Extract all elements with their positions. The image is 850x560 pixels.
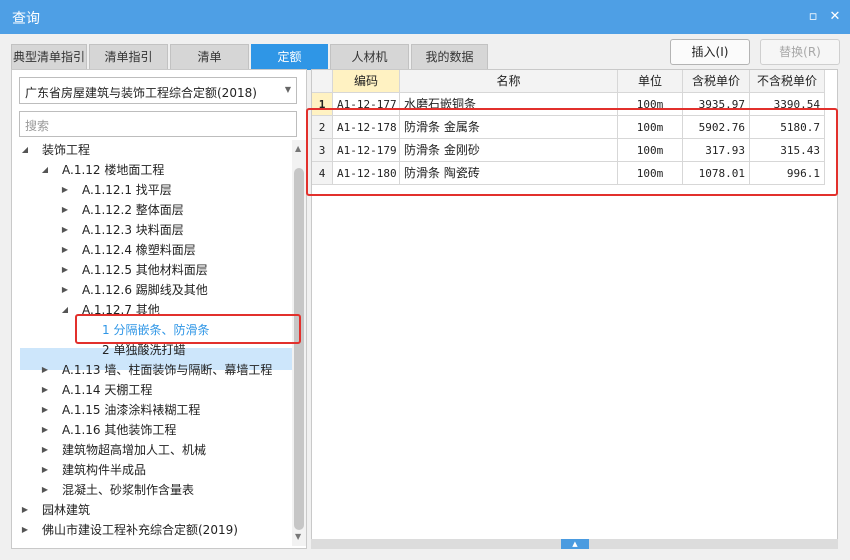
tree-node-a-1-12-2[interactable]: ▶ A.1.12.2 整体面层 [60,200,184,220]
tree-panel: 广东省房屋建筑与装饰工程综合定额(2018) ▼ 搜索 ◢ 装饰工程 ◢ A.1.1… [11,69,307,549]
window-titlebar: 查询 ▫ ✕ [0,0,850,34]
expand-icon[interactable]: ▶ [40,360,50,380]
splitter-grip-icon[interactable]: ▲ [561,539,589,549]
chevron-down-icon: ▼ [284,85,291,94]
expand-icon[interactable]: ▶ [40,380,50,400]
expand-icon[interactable]: ▶ [20,500,30,520]
expand-icon[interactable]: ▶ [40,400,50,420]
panel-splitter[interactable]: ▲ [311,539,838,549]
tab-list[interactable]: 清单 [170,44,249,70]
tree-node-a-1-16[interactable]: ▶ A.1.16 其他装饰工程 [40,420,176,440]
scrollbar-thumb[interactable] [294,168,304,530]
expand-icon[interactable]: ▶ [60,180,70,200]
expand-icon[interactable]: ▶ [40,440,50,460]
tree-node-high-rise-surcharge[interactable]: ▶ 建筑物超高增加人工、机械 [40,440,206,460]
tree-node-a-1-12-5[interactable]: ▶ A.1.12.5 其他材料面层 [60,260,208,280]
tree-node-garden-building[interactable]: ▶ 园林建筑 [20,500,90,520]
tree-node-a-1-12-1[interactable]: ▶ A.1.12.1 找平层 [60,180,172,200]
column-header-price-without-tax[interactable]: 不含税单价 [750,70,825,93]
search-input[interactable]: 搜索 [19,111,297,137]
scroll-up-icon[interactable]: ▲ [295,144,301,153]
tree-node-decoration[interactable]: ◢ 装饰工程 [20,140,90,160]
expand-icon[interactable]: ▶ [40,460,50,480]
expand-icon[interactable]: ▶ [60,200,70,220]
column-header-unit[interactable]: 单位 [618,70,683,93]
tree-node-a-1-13[interactable]: ▶ A.1.13 墙、柱面装饰与隔断、幕墙工程 [40,360,272,380]
collapse-icon[interactable]: ◢ [20,140,30,160]
scroll-down-icon[interactable]: ▼ [295,532,301,541]
collapse-icon[interactable]: ◢ [60,300,70,320]
expand-icon[interactable]: ▶ [40,480,50,500]
tree-node-a-1-12-6[interactable]: ▶ A.1.12.6 踢脚线及其他 [60,280,208,300]
tree-node-a-1-14[interactable]: ▶ A.1.14 天棚工程 [40,380,152,400]
column-header-name[interactable]: 名称 [400,70,618,93]
insert-button[interactable]: 插入(I) [670,39,750,65]
tree-node-a-1-15[interactable]: ▶ A.1.15 油漆涂料裱糊工程 [40,400,200,420]
tree-node-a-1-12[interactable]: ◢ A.1.12 楼地面工程 [40,160,164,180]
expand-icon[interactable]: ▶ [60,240,70,260]
tree-node-concrete-mortar-table[interactable]: ▶ 混凝土、砂浆制作含量表 [40,480,194,500]
tree-node-a-1-12-4[interactable]: ▶ A.1.12.4 橡塑料面层 [60,240,196,260]
dialog-body: 典型清单指引 清单指引 清单 定额 人材机 我的数据 插入(I) 替换(R) 广… [0,34,850,560]
tree-node-semi-finished-components[interactable]: ▶ 建筑构件半成品 [40,460,146,480]
tree-node-a-1-12-3[interactable]: ▶ A.1.12.3 块料面层 [60,220,184,240]
tab-typical-list-guide[interactable]: 典型清单指引 [11,44,87,70]
expand-icon[interactable]: ▶ [60,280,70,300]
tab-my-data[interactable]: 我的数据 [411,44,488,70]
tab-list-guide[interactable]: 清单指引 [89,44,168,70]
column-header-price-with-tax[interactable]: 含税单价 [683,70,750,93]
expand-icon[interactable]: ▶ [60,260,70,280]
restore-icon[interactable]: ▫ [805,9,821,25]
tab-labor-material-machine[interactable]: 人材机 [330,44,409,70]
expand-icon[interactable]: ▶ [60,220,70,240]
expand-icon[interactable]: ▶ [20,520,30,540]
tab-quota[interactable]: 定额 [251,44,328,70]
annotation-highlight-rows [306,108,838,196]
replace-button[interactable]: 替换(R) [760,39,840,65]
annotation-highlight-tree [75,314,301,344]
window-title: 查询 [12,11,40,27]
tree-node-foshan-supplement-2019[interactable]: ▶ 佛山市建设工程补充综合定额(2019) [20,520,238,540]
library-select[interactable]: 广东省房屋建筑与装饰工程综合定额(2018) ▼ [19,77,297,104]
close-icon[interactable]: ✕ [827,9,843,25]
column-header-code[interactable]: 编码 [333,70,400,93]
table-corner [312,70,333,93]
expand-icon[interactable]: ▶ [40,420,50,440]
library-select-value: 广东省房屋建筑与装饰工程综合定额(2018) [25,86,257,100]
search-placeholder: 搜索 [25,119,50,133]
collapse-icon[interactable]: ◢ [40,160,50,180]
